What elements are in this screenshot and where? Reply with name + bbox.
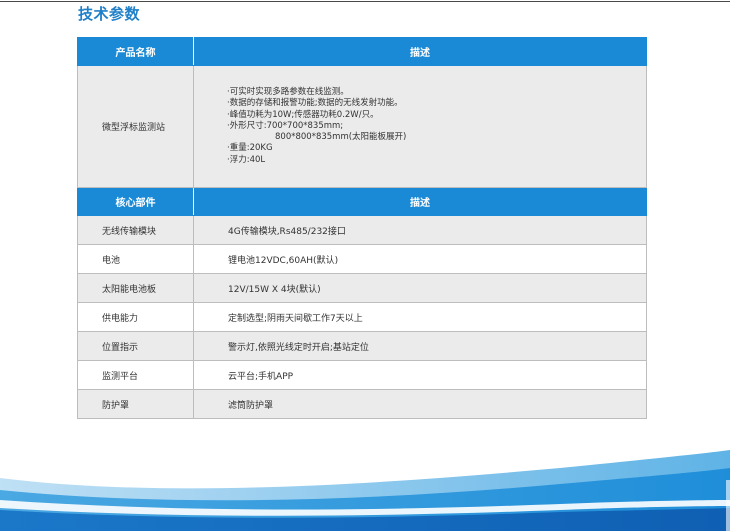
component-desc: 滤筒防护罩 bbox=[193, 389, 647, 419]
desc-line: ·可实时实现多路参数在线监测。 bbox=[227, 87, 349, 98]
product-name-header: 产品名称 bbox=[77, 37, 194, 66]
desc-line: ·外形尺寸:700*700*835mm; bbox=[227, 120, 344, 131]
component-desc: 云平台;手机APP bbox=[193, 360, 647, 390]
table-row: 监测平台 云平台;手机APP bbox=[77, 360, 647, 390]
component-name: 供电能力 bbox=[77, 302, 194, 332]
top-rule bbox=[0, 1, 730, 2]
component-header-row: 核心部件 描述 bbox=[77, 187, 647, 216]
desc-line: ·浮力:40L bbox=[227, 154, 266, 165]
decorative-wave-banner bbox=[0, 450, 730, 531]
component-desc: 12V/15W X 4块(默认) bbox=[193, 273, 647, 303]
desc-line: 800*800*835mm(太阳能板展开) bbox=[275, 132, 407, 143]
component-name: 电池 bbox=[77, 244, 194, 274]
component-desc-header: 描述 bbox=[193, 187, 647, 216]
table-row: 电池 锂电池12VDC,60AH(默认) bbox=[77, 244, 647, 274]
product-header-row: 产品名称 描述 bbox=[77, 37, 647, 66]
table-row: 太阳能电池板 12V/15W X 4块(默认) bbox=[77, 273, 647, 303]
product-desc-header: 描述 bbox=[193, 37, 647, 66]
component-desc: 警示灯,依照光线定时开启;基站定位 bbox=[193, 331, 647, 361]
component-name: 无线传输模块 bbox=[77, 215, 194, 245]
component-name: 位置指示 bbox=[77, 331, 194, 361]
table-row: 位置指示 警示灯,依照光线定时开启;基站定位 bbox=[77, 331, 647, 361]
component-name: 防护罩 bbox=[77, 389, 194, 419]
component-desc: 4G传输模块,Rs485/232接口 bbox=[193, 215, 647, 245]
component-name-header: 核心部件 bbox=[77, 187, 194, 216]
spec-table: 产品名称 描述 微型浮标监测站 ·可实时实现多路参数在线监测。 ·数据的存储和报… bbox=[77, 37, 647, 419]
component-name: 太阳能电池板 bbox=[77, 273, 194, 303]
table-row: 防护罩 滤筒防护罩 bbox=[77, 389, 647, 419]
product-name: 微型浮标监测站 bbox=[77, 65, 194, 188]
component-desc: 定制选型;阴雨天间歇工作7天以上 bbox=[193, 302, 647, 332]
table-row: 供电能力 定制选型;阴雨天间歇工作7天以上 bbox=[77, 302, 647, 332]
desc-line: ·重量:20KG bbox=[227, 143, 273, 154]
desc-line: ·数据的存储和报警功能;数据的无线发射功能。 bbox=[227, 98, 403, 109]
page-title: 技术参数 bbox=[78, 5, 141, 23]
product-row: 微型浮标监测站 ·可实时实现多路参数在线监测。 ·数据的存储和报警功能;数据的无… bbox=[77, 65, 647, 188]
component-desc: 锂电池12VDC,60AH(默认) bbox=[193, 244, 647, 274]
table-row: 无线传输模块 4G传输模块,Rs485/232接口 bbox=[77, 215, 647, 245]
product-description: ·可实时实现多路参数在线监测。 ·数据的存储和报警功能;数据的无线发射功能。 ·… bbox=[193, 65, 647, 188]
component-name: 监测平台 bbox=[77, 360, 194, 390]
desc-line: ·峰值功耗为10W;传感器功耗0.2W/只。 bbox=[227, 109, 379, 120]
